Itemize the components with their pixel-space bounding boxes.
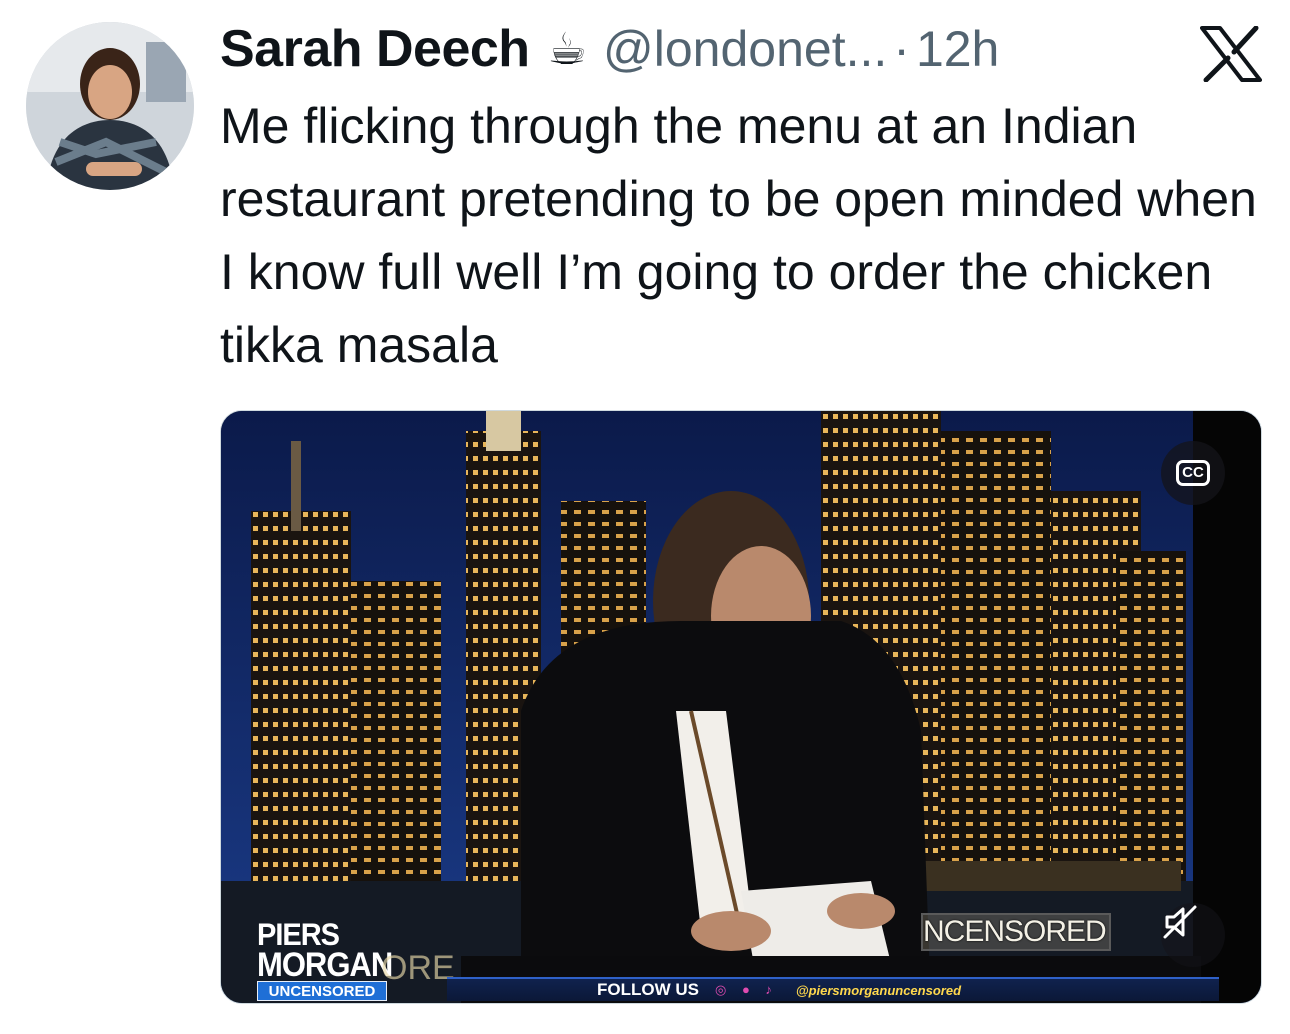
ticker-follow-label: FOLLOW US [597, 980, 699, 999]
coffee-emoji-icon: ☕ [547, 23, 587, 75]
separator-dot: · [893, 21, 910, 77]
author-handle[interactable]: @londonet... [603, 20, 887, 78]
video-player[interactable]: CC PIERS MORGAN UNCENSORED ORE NCENSORED… [220, 410, 1262, 1004]
captions-button[interactable]: CC [1161, 441, 1225, 505]
partial-overlay-text: ORE [381, 949, 455, 987]
news-ticker: FOLLOW US ◎ ● ♪ @piersmorganuncensored [447, 977, 1219, 1001]
show-logo: PIERS MORGAN UNCENSORED [237, 917, 397, 1001]
author-avatar[interactable] [26, 22, 194, 190]
tweet-text: Me flicking through the menu at an India… [220, 98, 1257, 373]
cc-icon: CC [1176, 460, 1210, 486]
speaker-muted-icon [1163, 905, 1197, 939]
author-display-name[interactable]: Sarah Deech [220, 19, 530, 79]
ticker-handle: @piersmorganuncensored [795, 982, 962, 998]
tweet-header: Sarah Deech ☕ @londonet... · 12h [220, 14, 999, 84]
uncensored-banner: NCENSORED [921, 913, 1111, 951]
logo-badge: UNCENSORED [257, 981, 387, 1001]
x-logo-icon[interactable] [1200, 26, 1262, 82]
mute-button[interactable] [1161, 903, 1225, 967]
social-icons: ◎ ● ♪ [714, 982, 778, 997]
logo-line-morgan: MORGAN [257, 945, 393, 984]
tweet-timestamp[interactable]: 12h [916, 20, 999, 78]
